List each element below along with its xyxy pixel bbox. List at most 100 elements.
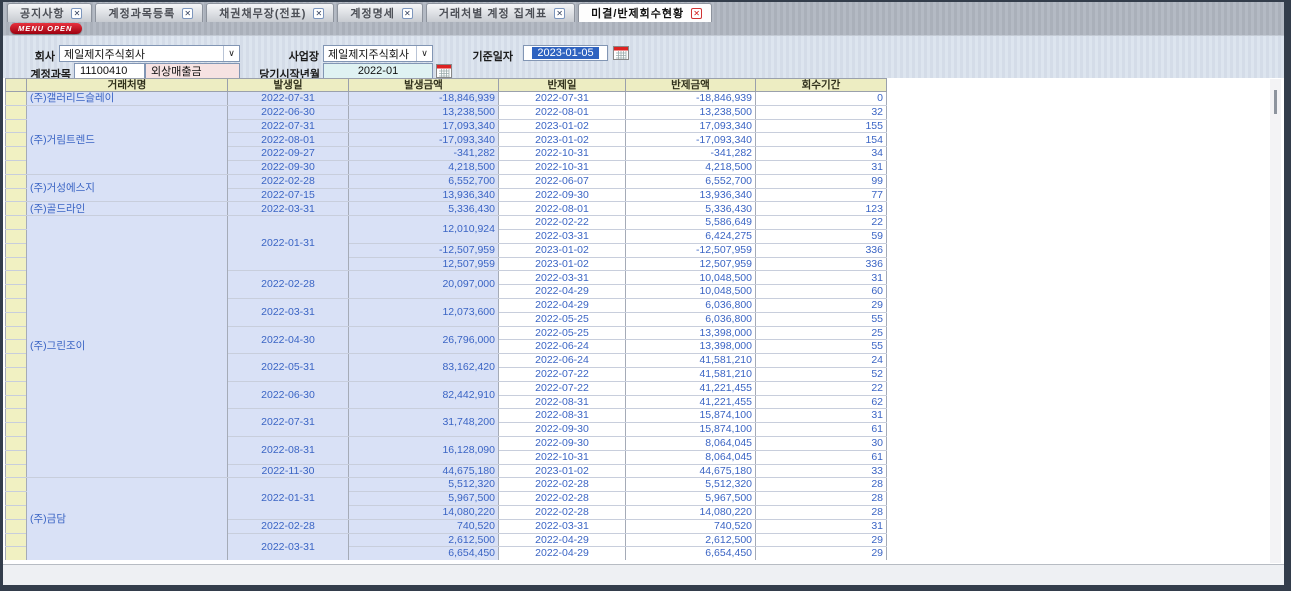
occur-amount-cell[interactable]: 13,936,340 bbox=[349, 188, 499, 202]
collect-days-cell[interactable]: 0 bbox=[756, 92, 887, 106]
repay-date-cell[interactable]: 2022-05-25 bbox=[499, 326, 626, 340]
repay-amount-cell[interactable]: 2,612,500 bbox=[626, 533, 756, 547]
repay-date-cell[interactable]: 2022-06-07 bbox=[499, 174, 626, 188]
row-header-cell[interactable] bbox=[6, 119, 27, 133]
row-header-cell[interactable] bbox=[6, 519, 27, 533]
occur-amount-cell[interactable]: 5,512,320 bbox=[349, 478, 499, 492]
repay-date-cell[interactable]: 2022-02-28 bbox=[499, 478, 626, 492]
collect-days-cell[interactable]: 33 bbox=[756, 464, 887, 478]
repay-amount-cell[interactable]: 5,586,649 bbox=[626, 216, 756, 230]
collect-days-cell[interactable]: 60 bbox=[756, 285, 887, 299]
row-header-cell[interactable] bbox=[6, 271, 27, 285]
occur-amount-cell[interactable]: 12,010,924 bbox=[349, 216, 499, 244]
row-header-cell[interactable] bbox=[6, 547, 27, 560]
site-select[interactable]: 제일제지주식회사 ∨ bbox=[323, 45, 433, 62]
collect-days-cell[interactable]: 24 bbox=[756, 354, 887, 368]
repay-date-cell[interactable]: 2023-01-02 bbox=[499, 257, 626, 271]
column-header[interactable]: 회수기간 bbox=[756, 79, 887, 92]
repay-amount-cell[interactable]: -341,282 bbox=[626, 147, 756, 161]
table-row[interactable]: (주)골드라인2022-03-315,336,4302022-08-015,33… bbox=[6, 202, 887, 216]
row-header-cell[interactable] bbox=[6, 381, 27, 395]
collect-days-cell[interactable]: 155 bbox=[756, 119, 887, 133]
row-header-cell[interactable] bbox=[6, 147, 27, 161]
collect-days-cell[interactable]: 31 bbox=[756, 409, 887, 423]
occur-date-cell[interactable]: 2022-06-30 bbox=[228, 381, 349, 409]
close-icon[interactable]: ✕ bbox=[554, 8, 565, 19]
company-select[interactable]: 제일제지주식회사 ∨ bbox=[59, 45, 240, 62]
table-row[interactable]: (주)갤러리드슬레이2022-07-31-18,846,9392022-07-3… bbox=[6, 92, 887, 106]
vendor-cell[interactable]: (주)골드라인 bbox=[27, 202, 228, 216]
row-header-cell[interactable] bbox=[6, 409, 27, 423]
repay-date-cell[interactable]: 2022-10-31 bbox=[499, 450, 626, 464]
occur-amount-cell[interactable]: 5,336,430 bbox=[349, 202, 499, 216]
row-header-cell[interactable] bbox=[6, 257, 27, 271]
occur-date-cell[interactable]: 2022-07-31 bbox=[228, 92, 349, 106]
occur-amount-cell[interactable]: 6,654,450 bbox=[349, 547, 499, 560]
collect-days-cell[interactable]: 154 bbox=[756, 133, 887, 147]
row-header-cell[interactable] bbox=[6, 312, 27, 326]
occur-date-cell[interactable]: 2022-08-01 bbox=[228, 133, 349, 147]
repay-amount-cell[interactable]: 17,093,340 bbox=[626, 119, 756, 133]
occur-date-cell[interactable]: 2022-11-30 bbox=[228, 464, 349, 478]
vendor-cell[interactable]: (주)그린조이 bbox=[27, 216, 228, 478]
occur-date-cell[interactable]: 2022-01-31 bbox=[228, 216, 349, 271]
collect-days-cell[interactable]: 29 bbox=[756, 533, 887, 547]
repay-date-cell[interactable]: 2022-07-22 bbox=[499, 381, 626, 395]
occur-date-cell[interactable]: 2022-09-30 bbox=[228, 160, 349, 174]
row-header-cell[interactable] bbox=[6, 450, 27, 464]
repay-date-cell[interactable]: 2022-03-31 bbox=[499, 519, 626, 533]
occur-date-cell[interactable]: 2022-02-28 bbox=[228, 174, 349, 188]
table-row[interactable]: (주)거림트렌드2022-06-3013,238,5002022-08-0113… bbox=[6, 105, 887, 119]
tab-item[interactable]: 계정명세✕ bbox=[337, 3, 422, 22]
row-header-cell[interactable] bbox=[6, 229, 27, 243]
row-header-cell[interactable] bbox=[6, 326, 27, 340]
repay-date-cell[interactable]: 2023-01-02 bbox=[499, 243, 626, 257]
repay-date-cell[interactable]: 2022-06-24 bbox=[499, 340, 626, 354]
row-header-cell[interactable] bbox=[6, 243, 27, 257]
repay-date-cell[interactable]: 2022-10-31 bbox=[499, 147, 626, 161]
occur-date-cell[interactable]: 2022-07-15 bbox=[228, 188, 349, 202]
occur-amount-cell[interactable]: 740,520 bbox=[349, 519, 499, 533]
repay-amount-cell[interactable]: 13,398,000 bbox=[626, 340, 756, 354]
repay-amount-cell[interactable]: 41,221,455 bbox=[626, 381, 756, 395]
repay-amount-cell[interactable]: 6,424,275 bbox=[626, 229, 756, 243]
repay-amount-cell[interactable]: 8,064,045 bbox=[626, 436, 756, 450]
repay-date-cell[interactable]: 2022-04-29 bbox=[499, 285, 626, 299]
repay-amount-cell[interactable]: 4,218,500 bbox=[626, 160, 756, 174]
repay-amount-cell[interactable]: 13,936,340 bbox=[626, 188, 756, 202]
row-header-cell[interactable] bbox=[6, 216, 27, 230]
row-header-cell[interactable] bbox=[6, 298, 27, 312]
occur-amount-cell[interactable]: 14,080,220 bbox=[349, 505, 499, 519]
collect-days-cell[interactable]: 55 bbox=[756, 312, 887, 326]
occur-amount-cell[interactable]: -341,282 bbox=[349, 147, 499, 161]
repay-amount-cell[interactable]: 6,654,450 bbox=[626, 547, 756, 560]
collect-days-cell[interactable]: 32 bbox=[756, 105, 887, 119]
vertical-scrollbar-thumb[interactable] bbox=[1274, 90, 1277, 114]
occur-date-cell[interactable]: 2022-08-31 bbox=[228, 436, 349, 464]
repay-amount-cell[interactable]: 6,036,800 bbox=[626, 312, 756, 326]
collect-days-cell[interactable]: 34 bbox=[756, 147, 887, 161]
collect-days-cell[interactable]: 28 bbox=[756, 478, 887, 492]
repay-amount-cell[interactable]: 6,552,700 bbox=[626, 174, 756, 188]
period-input[interactable]: 2022-01 bbox=[323, 63, 433, 79]
occur-amount-cell[interactable]: 16,128,090 bbox=[349, 436, 499, 464]
vendor-cell[interactable]: (주)갤러리드슬레이 bbox=[27, 92, 228, 106]
repay-date-cell[interactable]: 2022-04-29 bbox=[499, 298, 626, 312]
repay-date-cell[interactable]: 2023-01-02 bbox=[499, 464, 626, 478]
collect-days-cell[interactable]: 28 bbox=[756, 505, 887, 519]
collect-days-cell[interactable]: 22 bbox=[756, 216, 887, 230]
occur-date-cell[interactable]: 2022-07-31 bbox=[228, 119, 349, 133]
row-header-cell[interactable] bbox=[6, 492, 27, 506]
close-icon[interactable]: ✕ bbox=[313, 8, 324, 19]
vendor-cell[interactable]: (주)거림트렌드 bbox=[27, 105, 228, 174]
repay-amount-cell[interactable]: 6,036,800 bbox=[626, 298, 756, 312]
collect-days-cell[interactable]: 99 bbox=[756, 174, 887, 188]
collect-days-cell[interactable]: 123 bbox=[756, 202, 887, 216]
repay-amount-cell[interactable]: 5,336,430 bbox=[626, 202, 756, 216]
chevron-down-icon[interactable]: ∨ bbox=[416, 46, 432, 61]
collect-days-cell[interactable]: 55 bbox=[756, 340, 887, 354]
repay-amount-cell[interactable]: 8,064,045 bbox=[626, 450, 756, 464]
row-header-cell[interactable] bbox=[6, 478, 27, 492]
tab-item[interactable]: 거래처별 계정 집계표✕ bbox=[426, 3, 575, 22]
close-icon[interactable]: ✕ bbox=[71, 8, 82, 19]
